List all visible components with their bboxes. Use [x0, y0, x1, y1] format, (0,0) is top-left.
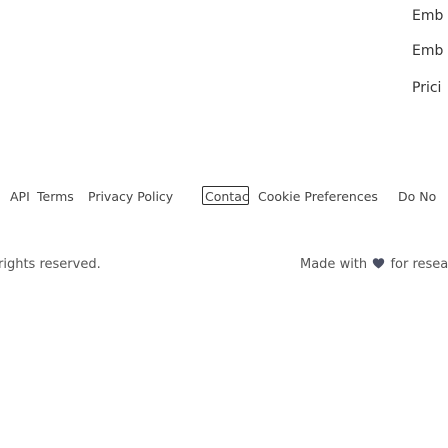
made-with-text: Made with for research: [300, 256, 448, 274]
copyright-text: rights reserved.: [0, 257, 101, 272]
terms-link[interactable]: Terms: [37, 189, 74, 205]
top-link-2[interactable]: Emb: [412, 43, 443, 59]
do-not-sell-link[interactable]: Do No: [398, 189, 436, 205]
heart-icon: [373, 258, 385, 269]
footer-nav: API Terms Privacy Policy Contact Cookie …: [0, 0, 448, 448]
contact-link[interactable]: Contact: [202, 186, 249, 205]
top-link-3[interactable]: Prici: [412, 80, 441, 96]
cookie-preferences-link[interactable]: Cookie Preferences: [258, 189, 378, 205]
privacy-policy-link[interactable]: Privacy Policy: [88, 189, 173, 205]
made-with-prefix: Made with: [300, 257, 368, 272]
made-with-suffix: for research: [390, 257, 448, 272]
top-link-1[interactable]: Emb: [412, 8, 443, 24]
api-link[interactable]: API: [10, 189, 30, 205]
